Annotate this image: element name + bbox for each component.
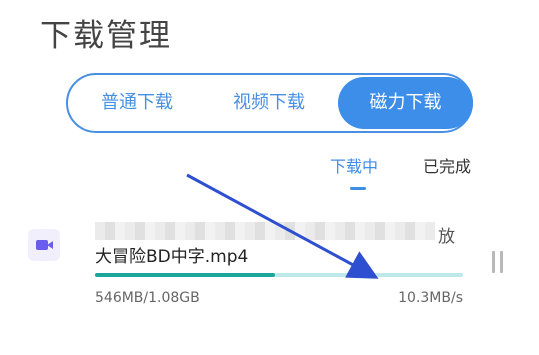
tab-normal-download[interactable]: 普通下载 bbox=[78, 75, 196, 131]
tab-magnet-download[interactable]: 磁力下载 bbox=[338, 77, 473, 129]
subtab-downloading[interactable]: 下载中 bbox=[330, 153, 378, 177]
subtab-active-indicator bbox=[350, 187, 366, 190]
download-speed: 10.3MB/s bbox=[398, 290, 463, 306]
pause-icon[interactable] bbox=[492, 251, 506, 273]
tab-video-download[interactable]: 视频下载 bbox=[210, 75, 328, 131]
subtab-completed[interactable]: 已完成 bbox=[423, 153, 471, 177]
download-type-segmented-control: 普通下载 视频下载 磁力下载 bbox=[66, 73, 473, 133]
download-progress-fill bbox=[95, 273, 276, 277]
page-title: 下载管理 bbox=[40, 18, 172, 54]
blurred-suffix: 放 bbox=[438, 227, 455, 247]
download-filename[interactable]: 大冒险BD中字.mp4 bbox=[95, 242, 248, 267]
download-progress-bar bbox=[95, 273, 463, 277]
downloaded-size: 546MB/1.08GB bbox=[95, 290, 200, 306]
blurred-text bbox=[95, 222, 435, 240]
video-camera-icon bbox=[28, 229, 60, 261]
